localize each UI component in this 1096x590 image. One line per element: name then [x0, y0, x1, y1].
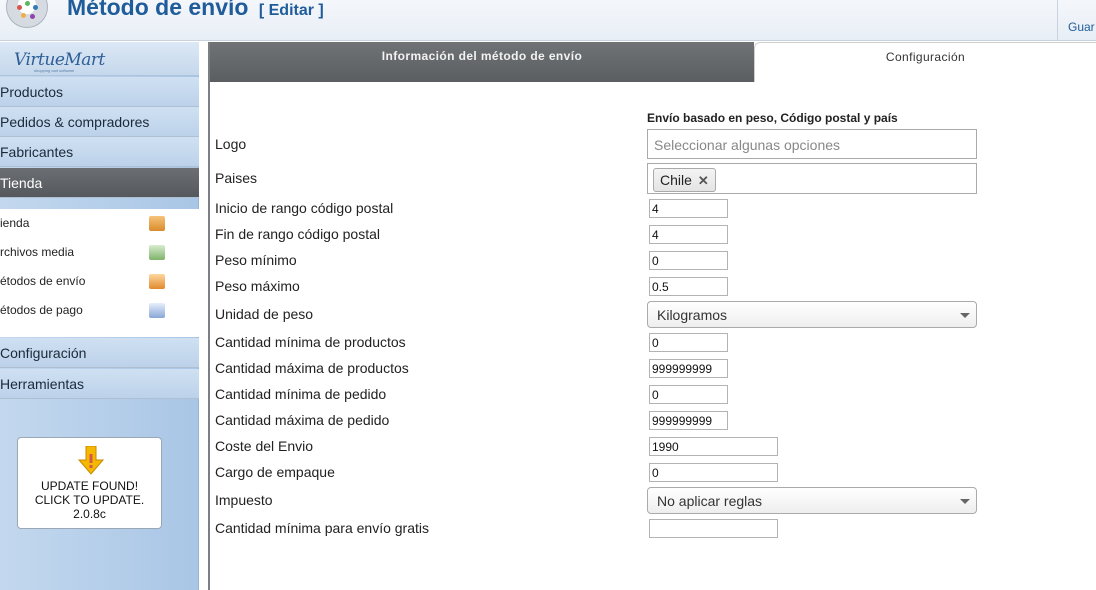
tax-select[interactable]: No aplicar reglas	[647, 487, 977, 514]
sidebar-item-label: Pedidos & compradores	[0, 114, 150, 130]
weight-max-label: Peso máximo	[215, 278, 300, 294]
sidebar-submenu: ienda rchivos media étodos de envío étod…	[0, 209, 199, 337]
sidebar-item-label: Tienda	[0, 175, 43, 191]
page-subtitle: [ Editar ]	[258, 2, 324, 19]
sidebar-item-productos[interactable]: Productos	[0, 77, 199, 107]
virtuemart-tagline: shopping cart software	[34, 68, 75, 73]
chevron-down-icon	[960, 499, 970, 504]
submenu-item-label: ienda	[0, 216, 30, 230]
update-button[interactable]: UPDATE FOUND! CLICK TO UPDATE. 2.0.8c	[17, 437, 162, 529]
free-shipping-input[interactable]	[649, 519, 778, 538]
zip-end-input[interactable]	[649, 225, 728, 244]
countries-multiselect[interactable]: Chile ✕	[647, 163, 977, 194]
toolbar-divider	[1057, 0, 1058, 41]
weight-unit-label: Unidad de peso	[215, 306, 314, 322]
weight-min-input[interactable]	[649, 251, 728, 270]
download-arrow-icon	[77, 446, 105, 475]
update-text: UPDATE FOUND! CLICK TO UPDATE. 2.0.8c	[18, 479, 161, 521]
zip-end-label: Fin de rango código postal	[215, 226, 380, 242]
tab-informacion[interactable]: Información del método de envío	[210, 42, 754, 82]
remove-chip-icon[interactable]: ✕	[698, 170, 709, 192]
sidebar-item-label: Fabricantes	[0, 144, 74, 160]
submenu-item-pago[interactable]: étodos de pago	[0, 296, 199, 325]
orderamount-max-input[interactable]	[649, 411, 728, 430]
submenu-item-label: étodos de envío	[0, 274, 86, 288]
sidebar-item-herramientas[interactable]: Herramientas	[0, 369, 199, 399]
package-fee-input[interactable]	[649, 463, 778, 482]
sidebar: VirtueMart shopping cart software Produc…	[0, 42, 199, 590]
nbproducts-max-input[interactable]	[649, 359, 728, 378]
logo-multiselect[interactable]: Seleccionar algunas opciones	[647, 129, 977, 159]
country-chip: Chile ✕	[653, 168, 716, 192]
package-fee-label: Cargo de empaque	[215, 464, 335, 480]
submenu-item-media[interactable]: rchivos media	[0, 238, 199, 267]
cost-label: Coste del Envio	[215, 438, 314, 454]
payment-icon	[149, 303, 165, 318]
chevron-down-icon	[960, 313, 970, 318]
update-line2: CLICK TO UPDATE.	[34, 493, 145, 507]
submenu-item-label: étodos de pago	[0, 303, 83, 317]
content-divider	[208, 42, 210, 590]
page-title: Método de envío [ Editar ]	[67, 0, 324, 21]
virtuemart-logo[interactable]: VirtueMart shopping cart software	[0, 42, 199, 76]
logo-placeholder: Seleccionar algunas opciones	[654, 137, 841, 153]
country-chip-label: Chile	[660, 172, 692, 188]
tab-configuracion[interactable]: Configuración	[754, 42, 1096, 82]
sidebar-item-label: Configuración	[0, 345, 87, 361]
header-bar: Método de envío [ Editar ] Guar	[0, 0, 1096, 41]
update-version: 2.0.8c	[73, 507, 106, 521]
weight-min-label: Peso mínimo	[215, 252, 297, 268]
plugin-title: Envío basado en peso, Código postal y pa…	[647, 111, 898, 125]
weight-unit-select[interactable]: Kilogramos	[647, 301, 977, 328]
shipping-truck-icon	[149, 274, 165, 289]
orderamount-min-input[interactable]	[649, 385, 728, 404]
update-line1: UPDATE FOUND!	[40, 479, 139, 493]
sidebar-item-fabricantes[interactable]: Fabricantes	[0, 137, 199, 167]
sidebar-item-pedidos[interactable]: Pedidos & compradores	[0, 107, 199, 137]
sidebar-item-tienda[interactable]: Tienda	[0, 168, 199, 198]
tab-bar: Información del método de envío Configur…	[210, 42, 1096, 82]
orderamount-max-label: Cantidad máxima de pedido	[215, 412, 390, 428]
page-title-text: Método de envío	[67, 0, 249, 20]
submenu-item-envio[interactable]: étodos de envío	[0, 267, 199, 296]
zip-start-input[interactable]	[649, 199, 728, 218]
weight-unit-value: Kilogramos	[657, 307, 728, 323]
cost-input[interactable]	[649, 437, 778, 456]
countries-label: Paises	[215, 170, 258, 186]
submenu-item-tienda[interactable]: ienda	[0, 209, 199, 238]
logo-label: Logo	[215, 136, 247, 152]
joomla-logo-icon	[6, 0, 48, 28]
sidebar-item-label: Herramientas	[0, 376, 85, 392]
free-shipping-label: Cantidad mínima para envío gratis	[215, 520, 429, 536]
sidebar-item-configuracion[interactable]: Configuración	[0, 338, 199, 368]
store-icon	[149, 216, 165, 231]
save-button[interactable]: Guar	[1068, 20, 1095, 34]
tax-value: No aplicar reglas	[657, 493, 763, 509]
nbproducts-min-input[interactable]	[649, 333, 728, 352]
tax-label: Impuesto	[215, 492, 273, 508]
submenu-item-label: rchivos media	[0, 245, 75, 259]
virtuemart-brand: VirtueMart	[14, 50, 105, 70]
media-files-icon	[149, 245, 165, 260]
nbproducts-max-label: Cantidad máxima de productos	[215, 360, 409, 376]
weight-max-input[interactable]	[649, 277, 728, 296]
nbproducts-min-label: Cantidad mínima de productos	[215, 334, 406, 350]
orderamount-min-label: Cantidad mínima de pedido	[215, 386, 387, 402]
zip-start-label: Inicio de rango código postal	[215, 200, 394, 216]
sidebar-item-label: Productos	[0, 84, 64, 100]
